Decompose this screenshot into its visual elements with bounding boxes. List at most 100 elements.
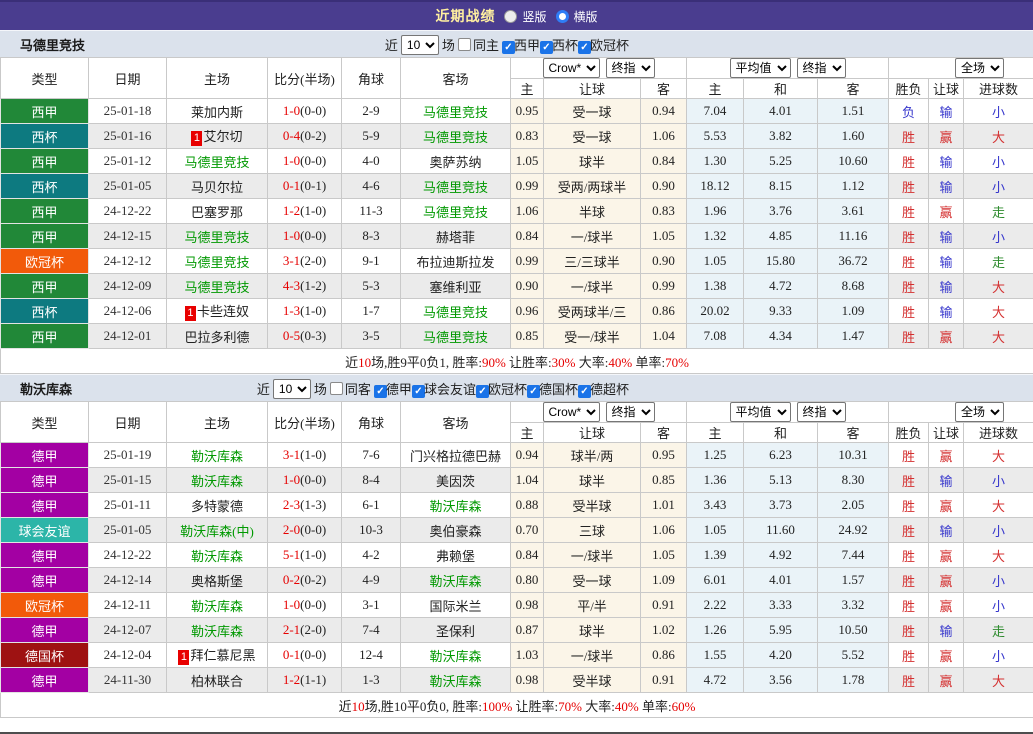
- home-team[interactable]: 1 拜仁慕尼黑: [166, 642, 268, 668]
- col-away: 客场: [400, 57, 511, 99]
- home-team[interactable]: 柏林联合: [166, 667, 268, 693]
- competition-checkbox[interactable]: ✓: [475, 385, 489, 398]
- away-team[interactable]: 奥伯豪森: [400, 517, 511, 543]
- away-team[interactable]: 马德里竞技: [400, 298, 511, 324]
- away-team[interactable]: 布拉迪斯拉发: [400, 248, 511, 274]
- result-handicap: 赢: [928, 442, 965, 468]
- home-team[interactable]: 勒沃库森: [166, 442, 268, 468]
- home-team[interactable]: 多特蒙德: [166, 492, 268, 518]
- away-team[interactable]: 门兴格拉德巴赫: [400, 442, 511, 468]
- avg-home-odds: 5.53: [686, 123, 744, 149]
- away-team[interactable]: 塞维利亚: [400, 273, 511, 299]
- col-date: 日期: [88, 401, 167, 443]
- odds-final-select[interactable]: 终指: [605, 58, 655, 78]
- home-team[interactable]: 巴塞罗那: [166, 198, 268, 224]
- odds-source-select[interactable]: Crow*: [542, 58, 600, 78]
- handicap-away-odds: 0.91: [640, 667, 687, 693]
- radio-horizontal-layout[interactable]: [555, 9, 569, 23]
- away-team[interactable]: 弗赖堡: [400, 542, 511, 568]
- home-team[interactable]: 勒沃库森: [166, 592, 268, 618]
- recent-results-table-atletico: 类型 日期 主场 比分(半场) 角球 客场 Crow* 终指 平均值 终指 全场: [0, 57, 1033, 374]
- full-time-score: 0-2: [282, 572, 301, 587]
- result-handicap: 输: [928, 467, 965, 493]
- col-corner: 角球: [341, 57, 401, 99]
- competition-badge: 德甲: [0, 667, 89, 693]
- home-team[interactable]: 勒沃库森(中): [166, 517, 268, 543]
- half-time-score: (0-0): [300, 647, 327, 662]
- avg-away-odds: 2.05: [816, 492, 890, 518]
- full-time-score: 0-4: [282, 128, 301, 143]
- average-odds-select[interactable]: 平均值: [729, 58, 791, 78]
- same-venue-checkbox[interactable]: [329, 382, 343, 395]
- competition-badge: 西甲: [0, 198, 89, 224]
- competition-checkbox[interactable]: ✓: [411, 385, 425, 398]
- competition-badge: 欧冠杯: [0, 248, 89, 274]
- full-match-select[interactable]: 全场: [955, 402, 1005, 422]
- average-final-select[interactable]: 终指: [796, 58, 846, 78]
- home-team[interactable]: 巴拉多利德: [166, 323, 268, 349]
- average-odds-select[interactable]: 平均值: [729, 402, 791, 422]
- away-team[interactable]: 赫塔菲: [400, 223, 511, 249]
- home-team[interactable]: 莱加内斯: [166, 98, 268, 124]
- home-team[interactable]: 勒沃库森: [166, 617, 268, 643]
- full-time-score: 0-5: [282, 328, 301, 343]
- same-venue-checkbox[interactable]: [457, 38, 471, 51]
- score: 3-1(2-0): [267, 248, 342, 274]
- away-team[interactable]: 勒沃库森: [400, 642, 511, 668]
- away-team[interactable]: 马德里竞技: [400, 123, 511, 149]
- games-count-select[interactable]: 10: [400, 34, 439, 55]
- odds-source-select[interactable]: Crow*: [542, 402, 600, 422]
- away-team[interactable]: 奥萨苏纳: [400, 148, 511, 174]
- home-team[interactable]: 1 卡些连奴: [166, 298, 268, 324]
- result-goals: 大: [963, 667, 1033, 693]
- away-team[interactable]: 马德里竞技: [400, 323, 511, 349]
- match-date: 25-01-05: [88, 517, 167, 543]
- home-team[interactable]: 马德里竞技: [166, 248, 268, 274]
- home-team[interactable]: 马德里竞技: [166, 148, 268, 174]
- competition-checkbox[interactable]: ✓: [373, 385, 387, 398]
- away-team[interactable]: 马德里竞技: [400, 198, 511, 224]
- result-goals: 小: [963, 642, 1033, 668]
- away-team[interactable]: 美因茨: [400, 467, 511, 493]
- same-venue-label: 同客: [344, 382, 371, 397]
- summary-segment: 100%: [481, 698, 513, 714]
- away-team[interactable]: 勒沃库森: [400, 492, 511, 518]
- away-team-name: 美因茨: [435, 473, 475, 489]
- full-match-select[interactable]: 全场: [955, 58, 1005, 78]
- handicap-line: 受两球半/三: [543, 298, 641, 324]
- score: 4-3(1-2): [267, 273, 342, 299]
- average-final-select[interactable]: 终指: [796, 402, 846, 422]
- handicap-home-odds: 0.90: [510, 273, 544, 299]
- away-team[interactable]: 勒沃库森: [400, 667, 511, 693]
- home-team[interactable]: 马贝尔拉: [166, 173, 268, 199]
- home-team[interactable]: 奥格斯堡: [166, 567, 268, 593]
- summary-row: 近10场,胜9平0负1, 胜率:90% 让胜率:30% 大率:40% 单率:70…: [0, 348, 1033, 374]
- handicap-home-odds: 0.99: [510, 248, 544, 274]
- handicap-away-odds: 1.01: [640, 492, 687, 518]
- sub-result: 胜负: [888, 78, 930, 99]
- home-team[interactable]: 马德里竞技: [166, 223, 268, 249]
- sub-result: 胜负: [888, 422, 930, 443]
- odds-final-select[interactable]: 终指: [605, 402, 655, 422]
- away-team[interactable]: 马德里竞技: [400, 98, 511, 124]
- games-count-select[interactable]: 10: [272, 378, 311, 399]
- away-team[interactable]: 国际米兰: [400, 592, 511, 618]
- competition-checkbox[interactable]: ✓: [501, 41, 515, 54]
- score: 1-0(0-0): [267, 148, 342, 174]
- avg-draw-odds: 3.73: [743, 492, 818, 518]
- radio-vertical-layout[interactable]: [504, 9, 518, 23]
- home-team[interactable]: 勒沃库森: [166, 542, 268, 568]
- half-time-score: (1-3): [300, 497, 327, 512]
- home-team[interactable]: 勒沃库森: [166, 467, 268, 493]
- home-team[interactable]: 马德里竞技: [166, 273, 268, 299]
- result-goals: 小: [963, 223, 1033, 249]
- full-time-score: 1-2: [282, 203, 301, 218]
- home-team[interactable]: 1 艾尔切: [166, 123, 268, 149]
- away-team[interactable]: 圣保利: [400, 617, 511, 643]
- avg-away-odds: 1.12: [816, 173, 890, 199]
- score: 0-4(0-2): [267, 123, 342, 149]
- away-team[interactable]: 勒沃库森: [400, 567, 511, 593]
- home-team-name: 勒沃库森(中): [180, 523, 254, 539]
- away-team[interactable]: 马德里竞技: [400, 173, 511, 199]
- match-date: 24-12-11: [88, 592, 167, 618]
